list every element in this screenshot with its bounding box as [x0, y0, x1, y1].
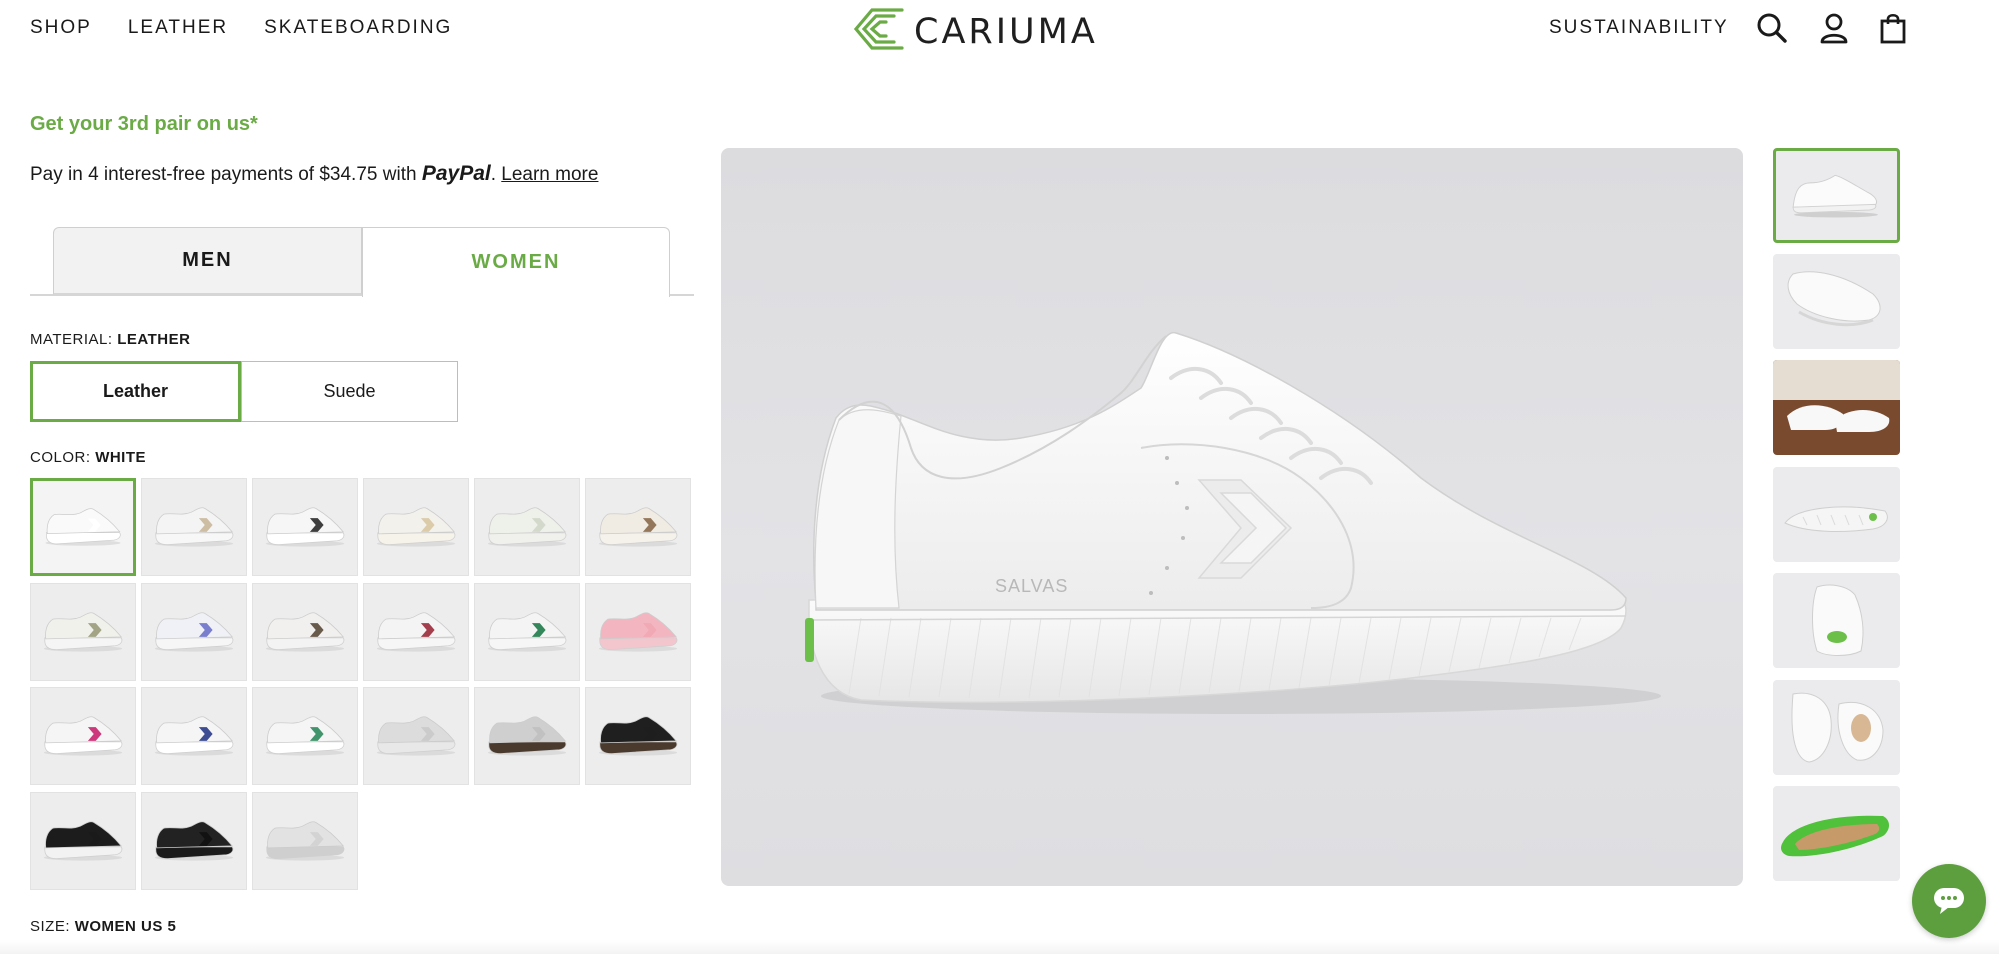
color-swatch[interactable]	[474, 478, 580, 576]
primary-nav: SHOP LEATHER SKATEBOARDING	[30, 17, 452, 39]
sneaker-thumbnail-image	[598, 507, 678, 547]
thumbnail-image	[1784, 506, 1888, 532]
account-icon	[1820, 13, 1848, 44]
paypal-suffix: .	[490, 164, 502, 185]
tab-women[interactable]: WOMEN	[362, 227, 670, 297]
product-thumbnail[interactable]	[1773, 680, 1900, 775]
color-swatch[interactable]	[30, 478, 136, 576]
sneaker-thumbnail-image	[43, 716, 123, 756]
color-swatch[interactable]	[252, 478, 358, 576]
product-thumbnail[interactable]	[1773, 148, 1900, 243]
sneaker-thumbnail-image	[265, 507, 345, 547]
sneaker-thumbnail-image	[154, 507, 234, 547]
color-swatch[interactable]	[585, 583, 691, 681]
tab-men[interactable]: MEN	[53, 227, 362, 295]
color-swatch[interactable]	[363, 583, 469, 681]
sneaker-thumbnail-image	[376, 612, 456, 652]
sneaker-thumbnail-image	[376, 507, 456, 547]
color-swatch[interactable]	[30, 687, 136, 785]
material-label-text: MATERIAL:	[30, 331, 113, 348]
chat-bubble-icon	[1934, 888, 1964, 914]
product-thumbnail[interactable]	[1773, 360, 1900, 455]
sneaker-thumbnail-image	[598, 716, 678, 756]
brand-name: CARIUMA	[914, 11, 1098, 52]
shopping-bag-icon	[1880, 13, 1906, 44]
color-swatch[interactable]	[363, 478, 469, 576]
sneaker-thumbnail-image	[487, 612, 567, 652]
sneaker-thumbnail-image	[43, 821, 123, 861]
promo-banner: Get your 3rd pair on us*	[30, 113, 258, 135]
color-swatch[interactable]	[30, 583, 136, 681]
material-suede-button[interactable]: Suede	[241, 361, 458, 422]
thumbnail-image	[1773, 360, 1900, 455]
nav-leather-link[interactable]: LEATHER	[128, 17, 228, 39]
color-swatch[interactable]	[363, 687, 469, 785]
cart-button[interactable]	[1876, 11, 1910, 45]
learn-more-link[interactable]: Learn more	[501, 164, 598, 185]
sneaker-illustration: SALVAS	[805, 332, 1661, 714]
sneaker-thumbnail-image	[154, 612, 234, 652]
account-button[interactable]	[1817, 11, 1851, 45]
color-swatch[interactable]	[141, 583, 247, 681]
page-fold-shadow	[0, 940, 1999, 954]
color-label-text: COLOR:	[30, 449, 91, 466]
product-thumbnail[interactable]	[1773, 573, 1900, 668]
svg-text:SALVAS: SALVAS	[995, 576, 1068, 596]
color-swatch[interactable]	[252, 583, 358, 681]
sneaker-thumbnail-image	[376, 716, 456, 756]
sneaker-thumbnail-image	[43, 612, 123, 652]
nav-shop-link[interactable]: SHOP	[30, 17, 92, 39]
thumbnail-image	[1791, 692, 1884, 763]
size-value: WOMEN US 5	[74, 918, 177, 935]
color-swatch[interactable]	[585, 478, 691, 576]
material-leather-button[interactable]: Leather	[30, 361, 241, 422]
size-label: SIZE: WOMEN US 5	[30, 918, 176, 935]
sneaker-thumbnail-image	[154, 821, 234, 861]
product-thumbnail[interactable]	[1773, 786, 1900, 881]
sneaker-thumbnail-image	[487, 507, 567, 547]
secondary-nav: SUSTAINABILITY	[1549, 17, 1729, 39]
brand-logo[interactable]: CARIUMA	[850, 6, 1098, 57]
product-thumbnail[interactable]	[1773, 254, 1900, 349]
sneaker-thumbnail-image	[265, 612, 345, 652]
search-icon	[1757, 13, 1787, 43]
color-swatch[interactable]	[252, 792, 358, 890]
sneaker-thumbnail-image	[265, 716, 345, 756]
color-swatch[interactable]	[474, 687, 580, 785]
sneaker-thumbnail-image	[487, 716, 567, 756]
main-product-image[interactable]: SALVAS	[721, 148, 1743, 886]
color-value: WHITE	[95, 449, 147, 466]
material-label: MATERIAL: LEATHER	[30, 331, 190, 348]
color-swatch[interactable]	[474, 583, 580, 681]
nav-sustainability-link[interactable]: SUSTAINABILITY	[1549, 17, 1729, 38]
paypal-logo: PayPal	[421, 162, 491, 185]
material-value: LEATHER	[117, 331, 191, 348]
paypal-text: Pay in 4 interest-free payments of $34.7…	[30, 164, 422, 185]
nav-skateboarding-link[interactable]: SKATEBOARDING	[264, 17, 452, 39]
leaf-logo-icon	[850, 6, 910, 57]
search-button[interactable]	[1755, 11, 1789, 45]
thumbnail-image	[1781, 815, 1889, 857]
product-thumbnail[interactable]	[1773, 467, 1900, 562]
thumbnail-image	[1792, 174, 1878, 218]
color-swatch[interactable]	[141, 687, 247, 785]
sneaker-thumbnail-image	[154, 716, 234, 756]
color-swatch[interactable]	[252, 687, 358, 785]
sneaker-thumbnail-image	[265, 821, 345, 861]
color-swatch[interactable]	[141, 478, 247, 576]
size-label-text: SIZE:	[30, 918, 71, 935]
sneaker-thumbnail-image	[598, 612, 678, 652]
color-swatch[interactable]	[30, 792, 136, 890]
sneaker-thumbnail-image	[45, 508, 121, 546]
chat-button[interactable]	[1912, 864, 1986, 938]
color-label: COLOR: WHITE	[30, 449, 146, 466]
thumbnail-image	[1787, 271, 1881, 327]
color-swatch[interactable]	[585, 687, 691, 785]
paypal-installments: Pay in 4 interest-free payments of $34.7…	[30, 162, 598, 186]
thumbnail-image	[1812, 584, 1864, 656]
color-swatch[interactable]	[141, 792, 247, 890]
